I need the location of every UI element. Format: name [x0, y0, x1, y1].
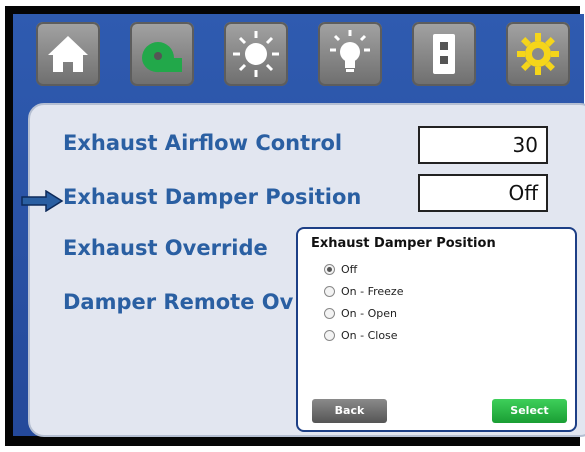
option-label: Off — [341, 263, 358, 276]
select-button[interactable]: Select — [492, 399, 567, 423]
light-bulb-icon — [330, 30, 370, 72]
selected-row-arrow-icon — [21, 190, 64, 212]
exhaust-damper-value-field[interactable]: Off — [418, 174, 548, 212]
option-on-open[interactable]: On - Open — [324, 307, 397, 320]
nav-sun-button[interactable] — [224, 22, 288, 86]
radio-selected-icon[interactable] — [324, 264, 335, 275]
switch-icon — [433, 34, 455, 74]
setting-label-exhaust-airflow-control[interactable]: Exhaust Airflow Control — [63, 131, 342, 155]
nav-fan-button[interactable] — [130, 22, 194, 86]
damper-position-dialog: Exhaust Damper Position Off On - Freeze … — [296, 227, 577, 432]
option-label: On - Freeze — [341, 285, 404, 298]
setting-label-exhaust-override[interactable]: Exhaust Override — [63, 236, 268, 260]
gear-icon — [517, 33, 559, 75]
radio-icon[interactable] — [324, 330, 335, 341]
dialog-title: Exhaust Damper Position — [311, 236, 496, 251]
sun-icon — [233, 31, 279, 77]
option-label: On - Close — [341, 329, 398, 342]
option-on-close[interactable]: On - Close — [324, 329, 398, 342]
back-button[interactable]: Back — [312, 399, 387, 423]
nav-home-button[interactable] — [36, 22, 100, 86]
radio-icon[interactable] — [324, 308, 335, 319]
setting-label-exhaust-damper-position[interactable]: Exhaust Damper Position — [63, 185, 361, 209]
option-off[interactable]: Off — [324, 263, 357, 276]
option-on-freeze[interactable]: On - Freeze — [324, 285, 403, 298]
home-icon — [48, 36, 88, 72]
radio-icon[interactable] — [324, 286, 335, 297]
nav-light-button[interactable] — [318, 22, 382, 86]
nav-switch-button[interactable] — [412, 22, 476, 86]
option-label: On - Open — [341, 307, 397, 320]
exhaust-airflow-value-field[interactable]: 30 — [418, 126, 548, 164]
fan-icon — [141, 42, 182, 73]
setting-label-damper-remote-override[interactable]: Damper Remote Ov — [63, 290, 293, 314]
nav-settings-button[interactable] — [506, 22, 570, 86]
